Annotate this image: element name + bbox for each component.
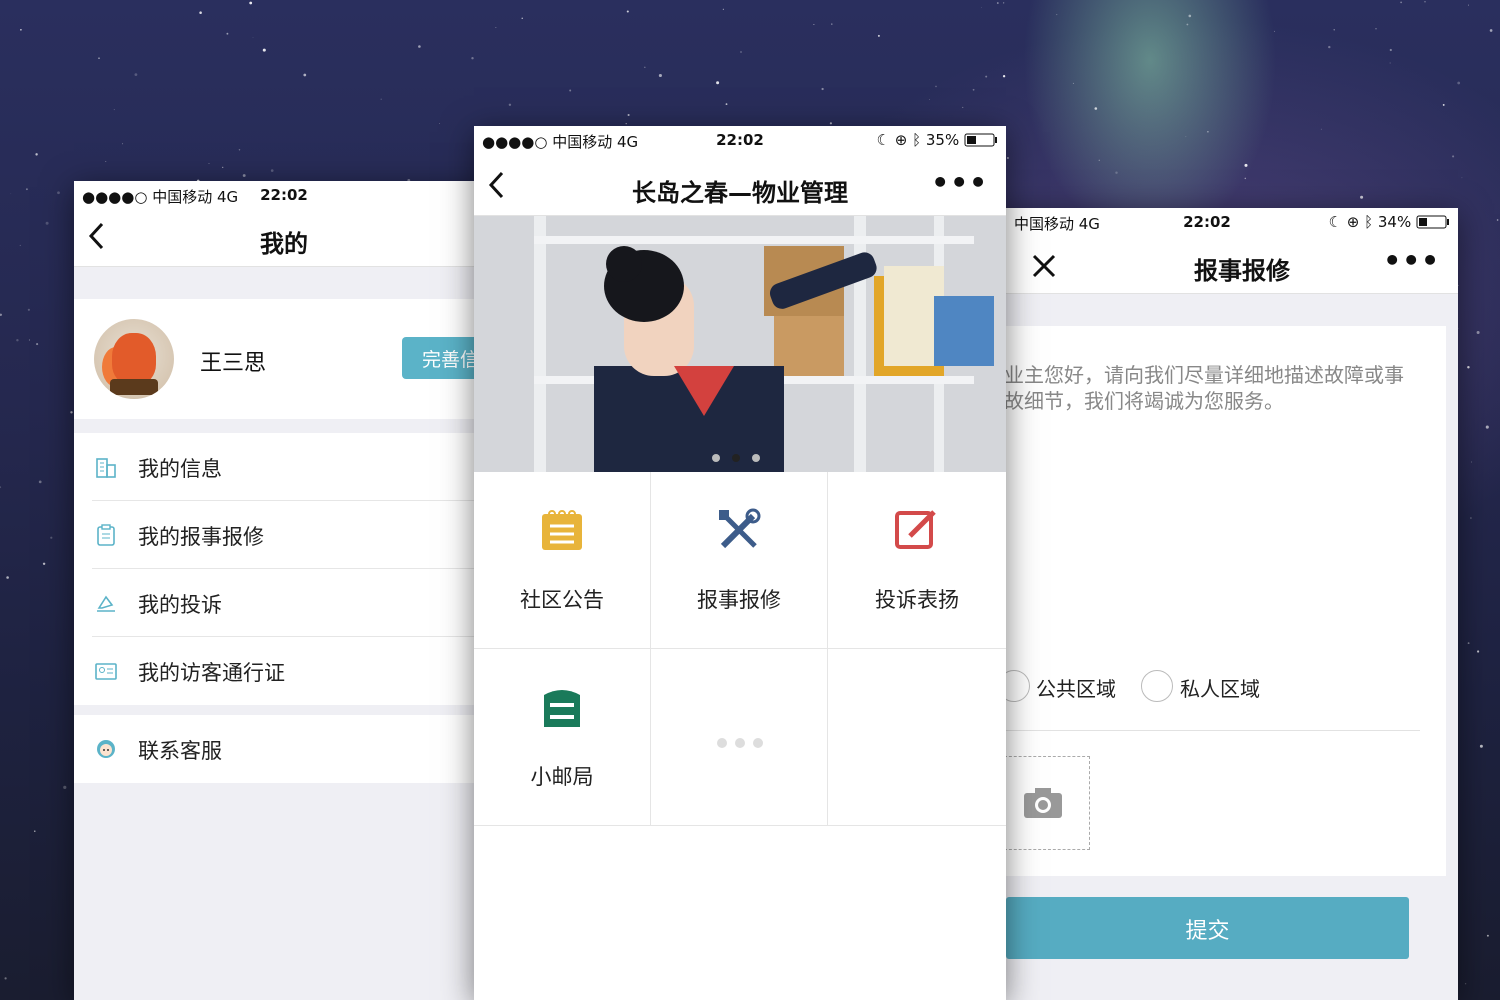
- menu-item-my-info[interactable]: 我的信息: [74, 433, 494, 501]
- status-right: ☾ ⊕ ᛒ 35%: [876, 131, 998, 149]
- moon-icon: ☾: [1328, 213, 1342, 231]
- carousel-indicator: [712, 447, 772, 466]
- banner-image: [474, 216, 1006, 472]
- menu-item-contact-service[interactable]: 联系客服: [74, 715, 494, 783]
- description-textarea[interactable]: 业主您好，请向我们尽量详细地描述故障或事故细节，我们将竭诚为您服务。: [1004, 362, 1416, 414]
- carousel-dot[interactable]: [712, 454, 720, 462]
- more-menu-icon[interactable]: •••: [1383, 244, 1440, 277]
- camera-icon: [1024, 788, 1062, 818]
- area-selector: 公共区域 私人区域: [986, 656, 1446, 706]
- status-bar: ●●●●○ 中国移动 4G 22:02 ☾ ⊕ ᛒ 35%: [474, 126, 1006, 158]
- menu-item-label: 我的信息: [138, 457, 222, 481]
- more-dots-icon: [717, 733, 771, 752]
- profile-card[interactable]: 王三思 完善信: [74, 299, 494, 419]
- divider: [986, 730, 1420, 731]
- page-title: 我的: [260, 230, 308, 258]
- radio-label: 公共区域: [1036, 677, 1116, 701]
- grid-item-post-office[interactable]: 小邮局: [474, 649, 651, 826]
- grid-item-repair[interactable]: 报事报修: [651, 472, 828, 649]
- notepad-icon: [542, 510, 582, 550]
- status-bar: 中国移动 4G 22:02 ☾ ⊕ ᛒ 34%: [986, 208, 1458, 236]
- menu-item-label: 联系客服: [138, 739, 222, 763]
- mailbox-icon: [544, 690, 580, 727]
- clipboard-icon: [97, 524, 115, 546]
- submit-button[interactable]: 提交: [1006, 897, 1409, 959]
- battery-percent: 35%: [925, 131, 960, 149]
- menu-item-label: 我的报事报修: [138, 525, 264, 549]
- grid-item-more[interactable]: [651, 649, 828, 826]
- bluetooth-icon: ᛒ: [1364, 213, 1374, 231]
- grid-item-label: 小邮局: [530, 765, 594, 789]
- more-menu-icon[interactable]: •••: [931, 166, 988, 199]
- status-bar: ●●●●○ 中国移动 4G 22:02 ☾ ⊕: [74, 181, 494, 209]
- customer-service-icon: [97, 740, 115, 758]
- menu-item-visitor-pass[interactable]: 我的访客通行证: [74, 637, 494, 705]
- menu-item-label: 我的访客通行证: [138, 661, 285, 685]
- avatar[interactable]: [94, 319, 174, 399]
- repair-report-screen: 中国移动 4G 22:02 ☾ ⊕ ᛒ 34% 报事报修 ••• 业主您好，请向…: [986, 208, 1458, 1000]
- carousel-dot[interactable]: [752, 454, 760, 462]
- profile-screen: ●●●●○ 中国移动 4G 22:02 ☾ ⊕ 我的 王三思 完善信 我的信息 …: [74, 181, 494, 1000]
- banner-carousel[interactable]: [474, 216, 1006, 472]
- menu-list: 我的信息 我的报事报修 我的投诉 我的访客通行证: [74, 433, 494, 705]
- id-card-icon: [95, 663, 117, 680]
- nav-bar: 报事报修 •••: [986, 236, 1458, 294]
- user-name: 王三思: [200, 351, 267, 376]
- nav-bar: 我的: [74, 209, 494, 267]
- building-icon: [96, 458, 116, 478]
- photo-upload[interactable]: [1004, 756, 1090, 850]
- grid-item-label: 报事报修: [697, 588, 781, 612]
- edit-icon: [895, 510, 936, 549]
- menu-item-label: 我的投诉: [138, 593, 222, 617]
- nav-bar: 长岛之春—物业管理 •••: [474, 158, 1006, 216]
- bluetooth-icon: ᛒ: [912, 131, 922, 149]
- grid-item-complaint[interactable]: 投诉表扬: [828, 472, 1006, 649]
- home-screen: ●●●●○ 中国移动 4G 22:02 ☾ ⊕ ᛒ 35% 长岛之春—物业管理 …: [474, 126, 1006, 1000]
- menu-item-my-repairs[interactable]: 我的报事报修: [74, 501, 494, 569]
- grid-item-empty: [828, 649, 1006, 826]
- report-form: 业主您好，请向我们尽量详细地描述故障或事故细节，我们将竭诚为您服务。 公共区域 …: [986, 326, 1446, 876]
- lock-rotation-icon: ⊕: [894, 131, 908, 149]
- menu-item-my-complaints[interactable]: 我的投诉: [74, 569, 494, 637]
- lock-rotation-icon: ⊕: [1346, 213, 1360, 231]
- grid-item-announcement[interactable]: 社区公告: [474, 472, 651, 649]
- grid-item-label: 社区公告: [520, 588, 604, 612]
- radio-label: 私人区域: [1180, 677, 1260, 701]
- battery-icon: [1416, 215, 1449, 229]
- carousel-dot-active[interactable]: [732, 454, 740, 462]
- complaint-icon: [97, 595, 115, 612]
- battery-percent: 34%: [1377, 213, 1412, 231]
- grid-item-label: 投诉表扬: [875, 588, 959, 612]
- status-time: 22:02: [260, 186, 308, 204]
- battery-icon: [964, 133, 997, 147]
- moon-icon: ☾: [876, 131, 890, 149]
- page-title: 长岛之春—物业管理: [632, 179, 848, 207]
- status-right: ☾ ⊕ ᛒ 34%: [1328, 213, 1450, 231]
- radio-private-area[interactable]: [1141, 670, 1173, 702]
- tools-icon: [719, 508, 761, 549]
